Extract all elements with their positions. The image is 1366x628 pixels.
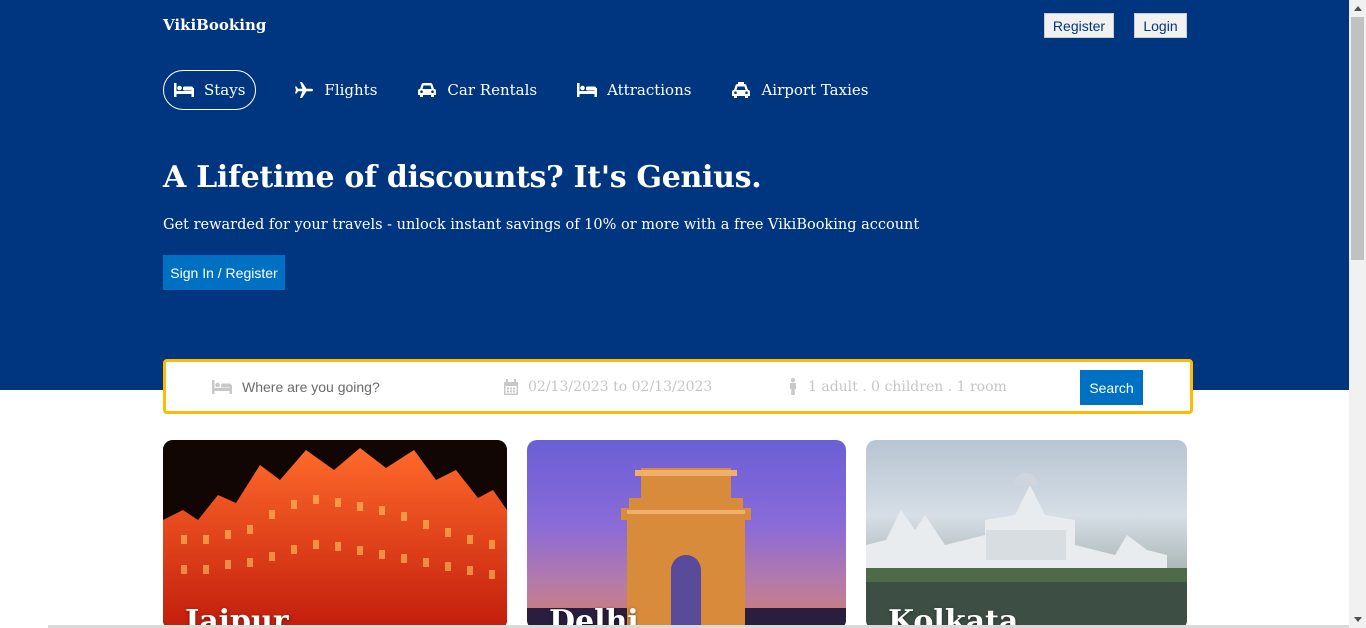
scrollbar-thumb[interactable] — [1351, 17, 1364, 260]
hero-description: Get rewarded for your travels - unlock i… — [163, 217, 920, 233]
bed-icon — [174, 82, 194, 98]
scroll-down-arrow-icon[interactable] — [1349, 611, 1366, 628]
nav-item-airport-taxies[interactable]: Airport Taxies — [731, 70, 868, 110]
jaipur-image — [163, 440, 507, 628]
nav-label-attractions: Attractions — [607, 81, 692, 99]
destination-card-kolkata[interactable]: Kolkata — [866, 440, 1187, 628]
hero-title: A Lifetime of discounts? It's Genius. — [163, 160, 762, 195]
nav-label-flights: Flights — [324, 81, 378, 99]
nav-label-stays: Stays — [204, 81, 246, 99]
bed-icon — [212, 379, 232, 394]
hero-banner: VikiBooking Register Login Stays Flights… — [0, 0, 1349, 390]
guests-field[interactable]: 1 adult . 0 children . 1 room — [788, 362, 1007, 411]
bed-icon — [577, 82, 598, 98]
destination-card-delhi[interactable]: Delhi — [527, 440, 846, 628]
destination-input[interactable] — [242, 378, 462, 395]
delhi-image — [527, 468, 846, 628]
vertical-scrollbar[interactable] — [1349, 0, 1366, 628]
date-range-text: 02/13/2023 to 02/13/2023 — [528, 378, 713, 395]
taxi-icon — [731, 82, 751, 98]
nav-item-car-rentals[interactable]: Car Rentals — [417, 70, 537, 110]
register-button[interactable]: Register — [1044, 13, 1114, 38]
nav-item-stays[interactable]: Stays — [163, 70, 257, 110]
search-button[interactable]: Search — [1080, 370, 1143, 405]
kolkata-image — [866, 473, 1187, 628]
login-button[interactable]: Login — [1134, 13, 1187, 38]
main-nav: Stays Flights Car Rentals Attractions Ai… — [163, 70, 908, 110]
scroll-up-arrow-icon[interactable] — [1349, 0, 1366, 17]
sign-in-register-button[interactable]: Sign In / Register — [163, 255, 285, 290]
nav-label-car-rentals: Car Rentals — [447, 81, 538, 99]
plane-icon — [294, 82, 314, 98]
date-range-field[interactable]: 02/13/2023 to 02/13/2023 — [504, 362, 712, 411]
nav-item-flights[interactable]: Flights — [294, 70, 377, 110]
car-icon — [417, 82, 437, 98]
nav-item-attractions[interactable]: Attractions — [577, 70, 691, 110]
person-icon — [788, 378, 798, 395]
nav-label-airport-taxies: Airport Taxies — [761, 81, 869, 99]
calendar-icon — [504, 378, 518, 395]
destination-field[interactable] — [212, 362, 462, 411]
guests-text: 1 adult . 0 children . 1 room — [808, 378, 1007, 395]
search-bar: 02/13/2023 to 02/13/2023 1 adult . 0 chi… — [163, 359, 1193, 414]
destination-card-jaipur[interactable]: Jaipur — [163, 440, 507, 628]
site-logo[interactable]: VikiBooking — [163, 16, 266, 34]
